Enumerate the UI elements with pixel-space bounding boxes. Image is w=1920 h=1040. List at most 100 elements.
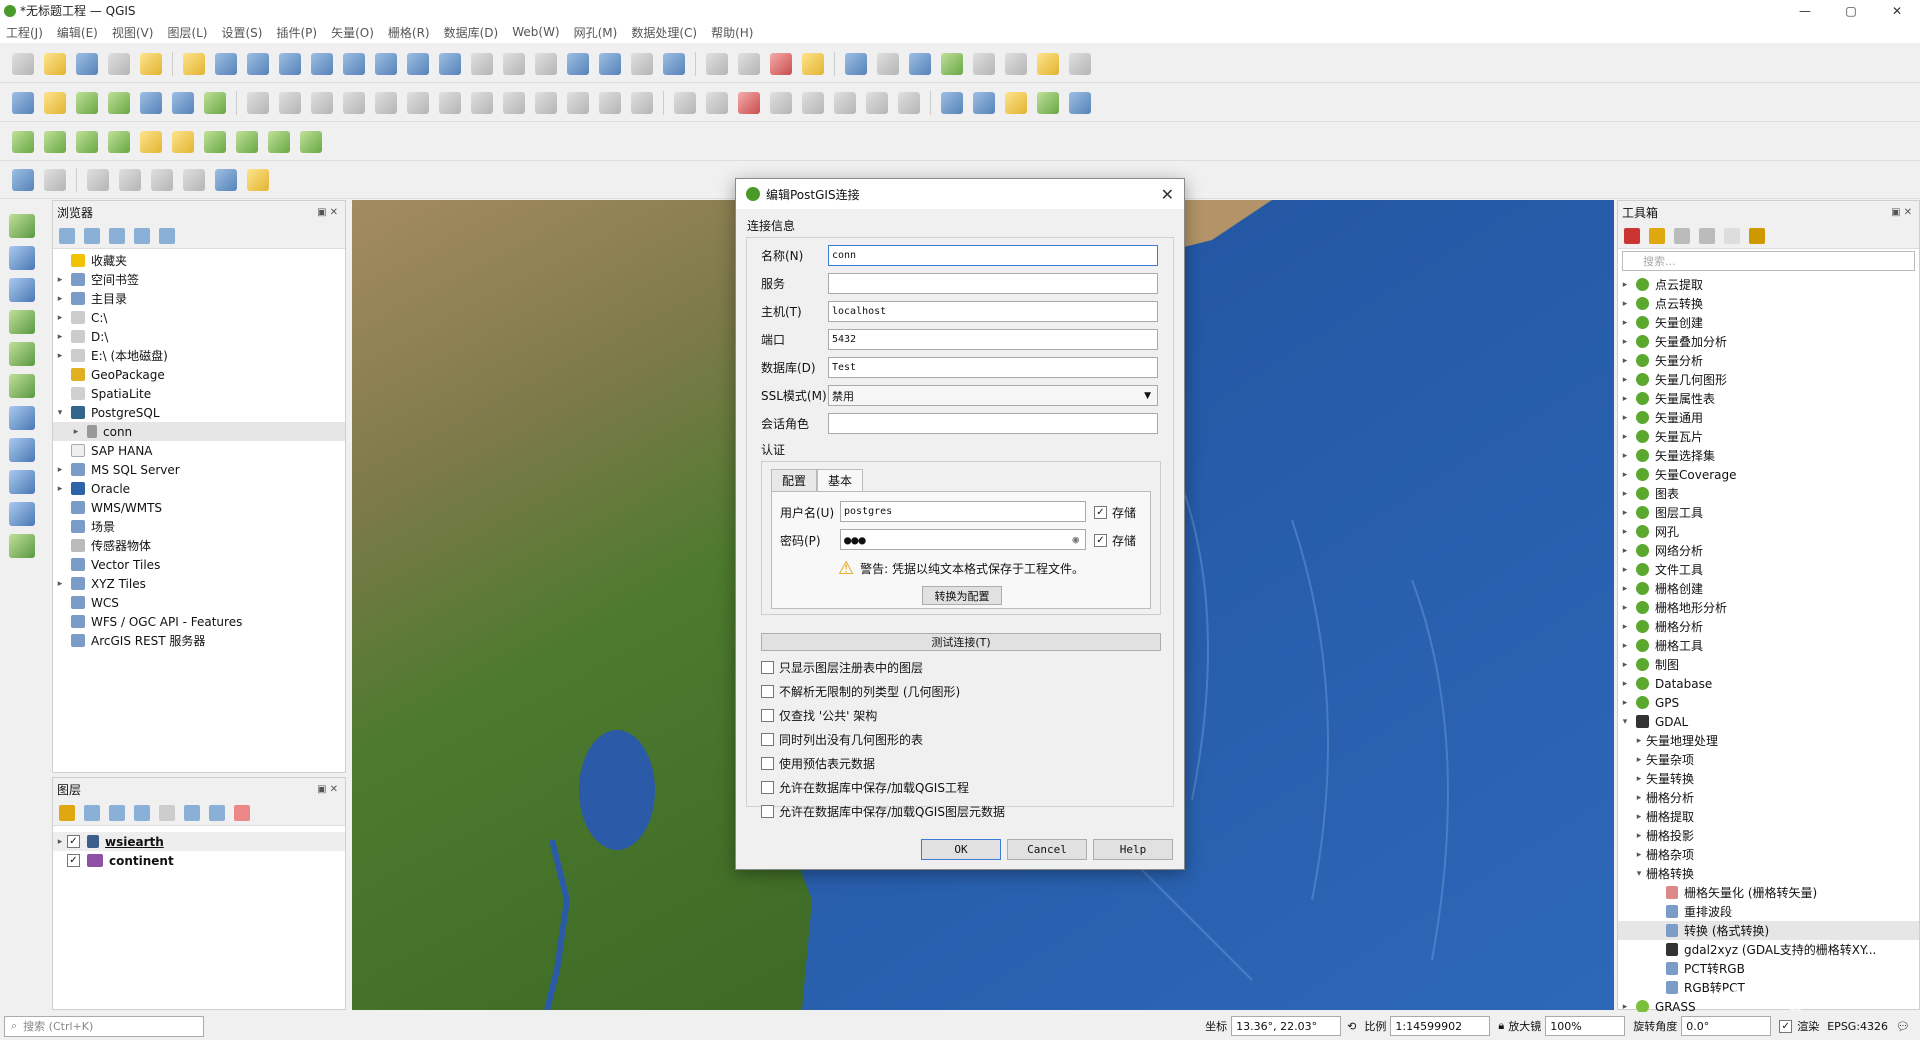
zoom-layer-icon[interactable] [375, 52, 397, 75]
toolbox-item[interactable]: ▸ 矢量几何图形 [1618, 370, 1919, 389]
browser-item-d[interactable]: ▸ D:\ [53, 327, 345, 346]
menu-view[interactable]: 视图(V) [112, 24, 154, 41]
gdal-algorithm[interactable]: gdal2xyz (GDAL支持的栅格转XY... [1618, 940, 1919, 959]
password-input[interactable]: ●●● ◉ [840, 529, 1086, 550]
toolbox-item[interactable]: ▸ 栅格分析 [1618, 617, 1919, 636]
browser-item-vectortiles[interactable]: Vector Tiles [53, 555, 345, 574]
pan-to-selection-icon[interactable] [215, 52, 237, 75]
toolbox-item[interactable]: ▸ 网孔 [1618, 522, 1919, 541]
option-row[interactable]: 使用预估表元数据 [761, 755, 875, 772]
tab-basic[interactable]: 基本 [817, 469, 864, 491]
new-temp-layer-icon[interactable] [140, 91, 162, 114]
collapse-all-icon[interactable] [134, 227, 150, 244]
service-input[interactable] [828, 273, 1158, 294]
select-value-icon[interactable] [738, 52, 760, 75]
option-checkbox[interactable] [761, 661, 774, 674]
paste-icon[interactable] [567, 91, 589, 114]
browser-item-e[interactable]: ▸ E:\ (本地磁盘) [53, 346, 345, 365]
new-spatialite-icon[interactable] [108, 91, 130, 114]
rotation-field[interactable]: 0.0° [1681, 1016, 1772, 1036]
quickmapservices-icon[interactable] [973, 91, 995, 114]
tool-e-icon[interactable] [140, 130, 162, 153]
menu-database[interactable]: 数据库(D) [444, 24, 499, 41]
option-checkbox[interactable] [761, 685, 774, 698]
browser-item-saphana[interactable]: SAP HANA [53, 441, 345, 460]
toolbox-item[interactable]: ▸ 点云提取 [1618, 275, 1919, 294]
maximize-button[interactable]: ▢ [1828, 0, 1874, 21]
layer-visibility-checkbox[interactable]: ✓ [67, 835, 80, 848]
browser-item-home[interactable]: ▸ 主目录 [53, 289, 345, 308]
modify-attr-icon[interactable] [439, 91, 461, 114]
browser-item-wcs[interactable]: WCS [53, 593, 345, 612]
toolbox-item[interactable]: ▸ 文件工具 [1618, 560, 1919, 579]
pan-icon[interactable] [183, 52, 205, 75]
convert-to-config-button[interactable]: 转换为配置 [922, 586, 1002, 605]
gdal-group[interactable]: ▸ 栅格杂项 [1618, 845, 1919, 864]
ssl-mode-select[interactable]: 禁用 ▼ [828, 385, 1158, 406]
tab-config[interactable]: 配置 [771, 469, 818, 491]
gdal-group[interactable]: ▸ 矢量地理处理 [1618, 731, 1919, 750]
rotate-label-icon[interactable] [834, 91, 856, 114]
new-shapefile-icon[interactable] [76, 91, 98, 114]
filter-browser-icon[interactable] [109, 227, 125, 244]
scale-combo[interactable]: 1:14599902 [1390, 1016, 1491, 1036]
manage-visibility-icon[interactable] [109, 804, 125, 821]
render-checkbox[interactable]: ✓ [1779, 1019, 1793, 1033]
panel-controls-icon[interactable]: ▣✕ [1891, 207, 1915, 218]
gdal-algorithm[interactable]: PCT转RGB [1618, 959, 1919, 978]
panel-controls-icon[interactable]: ▣✕ [317, 207, 341, 218]
statistics-icon[interactable] [941, 52, 963, 75]
add-ring-icon[interactable] [119, 169, 141, 191]
temporal-icon[interactable] [631, 52, 653, 75]
db-manager-icon[interactable] [941, 91, 963, 114]
option-checkbox[interactable] [761, 805, 774, 818]
magnifier-field[interactable]: 100% [1545, 1016, 1626, 1036]
add-wms-icon[interactable] [9, 438, 35, 462]
menu-plugins[interactable]: 插件(P) [276, 24, 317, 41]
tool-j-icon[interactable] [300, 130, 322, 153]
cut-icon[interactable] [503, 91, 525, 114]
add-mesh-layer-icon[interactable] [9, 278, 35, 302]
add-virtual-icon[interactable] [9, 374, 35, 398]
browser-item-arcgis[interactable]: ArcGIS REST 服务器 [53, 631, 345, 650]
toolbox-item[interactable]: ▸ 点云转换 [1618, 294, 1919, 313]
browser-item-conn[interactable]: ▸ conn [53, 422, 345, 441]
expand-all-icon[interactable] [184, 804, 200, 821]
map-tips-icon[interactable] [1037, 52, 1059, 75]
delete-selected-icon[interactable] [471, 91, 493, 114]
toolbox-item[interactable]: ▸ Database [1618, 674, 1919, 693]
menu-project[interactable]: 工程(J) [6, 24, 43, 41]
toolbox-item[interactable]: ▸ 矢量通用 [1618, 408, 1919, 427]
split-icon[interactable] [183, 169, 205, 191]
browser-item-postgresql[interactable]: ▾ PostgreSQL [53, 403, 345, 422]
refresh-browser-icon[interactable] [84, 227, 100, 244]
attribute-table-icon[interactable] [877, 52, 899, 75]
filter-expression-icon[interactable] [159, 804, 175, 821]
new-3d-view-icon[interactable] [535, 52, 557, 75]
print-layout-icon[interactable] [108, 52, 130, 75]
port-input[interactable]: 5432 [828, 329, 1158, 350]
add-raster-icon[interactable] [172, 91, 194, 114]
toolbox-item[interactable]: ▸ 网络分析 [1618, 541, 1919, 560]
redo-icon[interactable] [631, 91, 653, 114]
new-project-icon[interactable] [12, 52, 34, 75]
pin-label-icon[interactable] [770, 91, 792, 114]
store-password-checkbox[interactable]: ✓ [1094, 534, 1107, 547]
close-button[interactable]: ✕ [1874, 0, 1920, 21]
tool-i-icon[interactable] [268, 130, 290, 153]
label-icon[interactable] [674, 91, 696, 114]
menu-settings[interactable]: 设置(S) [222, 24, 263, 41]
tool-d-icon[interactable] [108, 130, 130, 153]
add-feature-icon[interactable] [375, 91, 397, 114]
option-checkbox[interactable] [761, 781, 774, 794]
undo-icon[interactable] [599, 91, 621, 114]
save-project-icon[interactable] [76, 52, 98, 75]
ok-button[interactable]: OK [921, 839, 1001, 860]
results-icon[interactable] [1699, 227, 1715, 244]
menu-raster[interactable]: 栅格(R) [388, 24, 430, 41]
toolbox-item[interactable]: ▸ 图表 [1618, 484, 1919, 503]
models-icon[interactable] [1624, 227, 1640, 244]
zoom-in-icon[interactable] [247, 52, 269, 75]
toggle-extents-icon[interactable]: ⟲ [1347, 1020, 1356, 1033]
option-checkbox[interactable] [761, 709, 774, 722]
